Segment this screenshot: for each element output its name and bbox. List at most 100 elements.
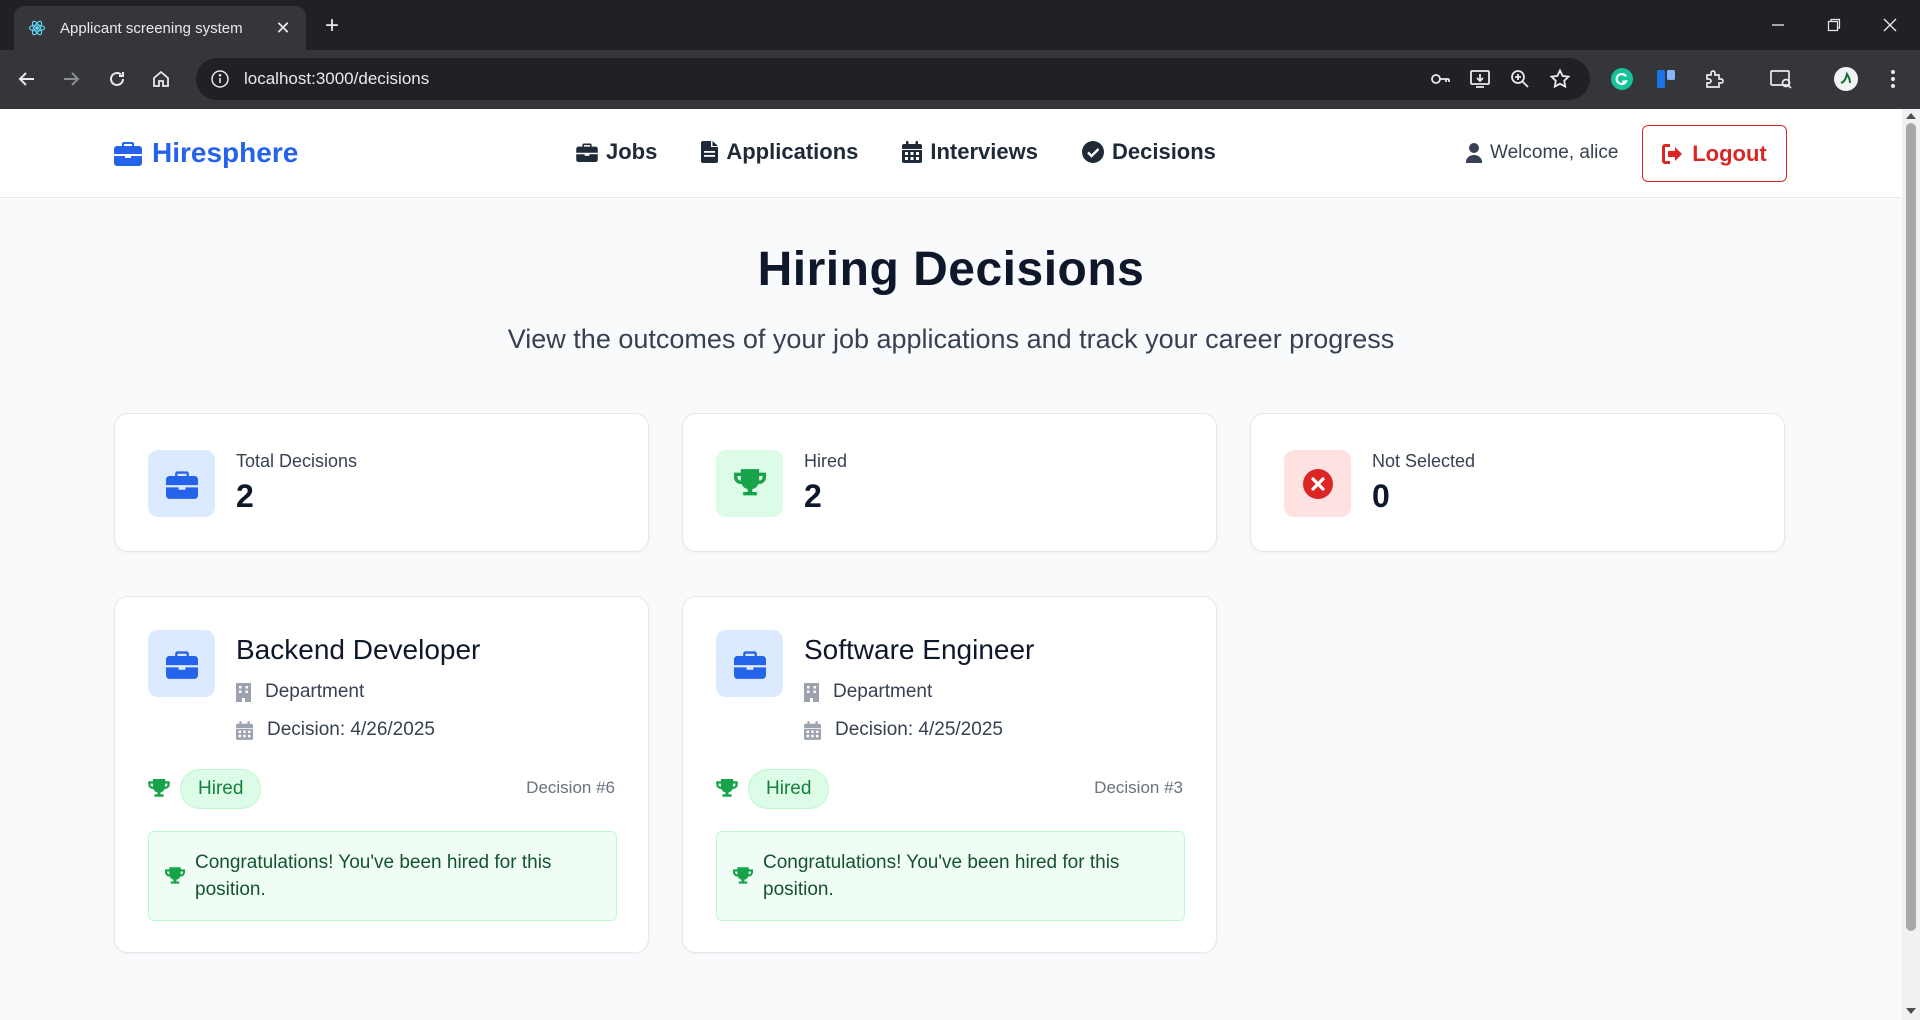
- briefcase-icon: [716, 630, 783, 697]
- brand-logo[interactable]: Hiresphere: [114, 137, 298, 169]
- decision-date-text: Decision: 4/25/2025: [835, 719, 1003, 740]
- nav-applications-label: Applications: [726, 139, 859, 164]
- close-tab-icon[interactable]: ✕: [272, 18, 294, 39]
- department-row: Department: [804, 681, 932, 703]
- status-row: Hired: [148, 769, 262, 809]
- react-icon: [26, 17, 48, 39]
- profile-avatar[interactable]: [1831, 64, 1861, 94]
- stat-card-hired: Hired 2: [682, 413, 1217, 552]
- congrats-message: Congratulations! You've been hired for t…: [148, 831, 617, 921]
- welcome-text: Welcome, alice: [1490, 142, 1619, 163]
- nav-jobs-label: Jobs: [606, 139, 658, 164]
- calendar-icon: [236, 720, 253, 740]
- department-text: Department: [833, 681, 933, 702]
- congrats-message: Congratulations! You've been hired for t…: [716, 831, 1185, 921]
- app-header: Hiresphere Jobs Applications Interviews …: [0, 109, 1902, 198]
- trophy-icon: [716, 450, 783, 517]
- new-tab-button[interactable]: +: [318, 12, 346, 40]
- calendar-icon: [804, 720, 821, 740]
- address-bar[interactable]: localhost:3000/decisions: [196, 58, 1590, 100]
- file-icon: [701, 141, 719, 163]
- reload-icon[interactable]: [102, 64, 132, 94]
- briefcase-icon: [114, 142, 142, 166]
- building-icon: [804, 682, 819, 702]
- scrollbar-thumb[interactable]: [1906, 123, 1916, 931]
- decision-date-text: Decision: 4/26/2025: [267, 719, 435, 740]
- zoom-icon[interactable]: [1506, 65, 1534, 93]
- install-app-icon[interactable]: [1466, 65, 1494, 93]
- reading-list-icon[interactable]: [1766, 64, 1796, 94]
- decision-card: Software Engineer Department Decision: 4…: [682, 596, 1217, 953]
- nav-jobs[interactable]: Jobs: [576, 139, 657, 165]
- status-badge: Hired: [748, 769, 830, 809]
- url-text: localhost:3000/decisions: [244, 69, 430, 88]
- nav-decisions[interactable]: Decisions: [1081, 139, 1216, 165]
- nav-interviews-label: Interviews: [930, 139, 1038, 164]
- status-badge: Hired: [180, 769, 262, 809]
- chrome-menu-icon[interactable]: [1878, 64, 1908, 94]
- sign-out-icon: [1662, 143, 1683, 164]
- tab-title: Applicant screening system: [60, 19, 243, 37]
- logout-label: Logout: [1692, 140, 1767, 166]
- scroll-down-arrow-icon[interactable]: [1906, 1008, 1916, 1014]
- stat-label: Not Selected: [1372, 451, 1476, 471]
- decision-id: Decision #3: [1094, 778, 1183, 797]
- main-nav: Jobs Applications Interviews Decisions: [576, 139, 1260, 165]
- job-title: Software Engineer: [804, 634, 1035, 665]
- site-info-icon[interactable]: [206, 65, 234, 93]
- nav-interviews[interactable]: Interviews: [902, 139, 1038, 165]
- congrats-text: Congratulations! You've been hired for t…: [195, 852, 552, 900]
- stat-label: Total Decisions: [236, 451, 358, 471]
- decision-date-row: Decision: 4/25/2025: [804, 719, 1003, 741]
- home-icon[interactable]: [146, 64, 176, 94]
- browser-tab[interactable]: Applicant screening system ✕: [14, 6, 306, 50]
- briefcase-icon: [148, 630, 215, 697]
- page-subtitle: View the outcomes of your job applicatio…: [507, 324, 1395, 354]
- trophy-icon: [165, 866, 185, 884]
- status-row: Hired: [716, 769, 830, 809]
- trophy-icon: [733, 866, 753, 884]
- trophy-icon: [716, 779, 738, 797]
- congrats-text: Congratulations! You've been hired for t…: [763, 852, 1120, 900]
- restore-window-button[interactable]: [1816, 10, 1852, 40]
- building-icon: [236, 682, 251, 702]
- forward-arrow-icon[interactable]: [56, 64, 86, 94]
- decision-date-row: Decision: 4/26/2025: [236, 719, 435, 741]
- close-window-button[interactable]: [1872, 10, 1908, 40]
- logout-button[interactable]: Logout: [1642, 125, 1787, 182]
- department-text: Department: [265, 681, 365, 702]
- decision-card: Backend Developer Department Decision: 4…: [114, 596, 649, 953]
- briefcase-icon: [148, 450, 215, 517]
- stat-label: Hired: [804, 451, 848, 471]
- nav-applications[interactable]: Applications: [701, 139, 858, 165]
- browser-tab-strip: Applicant screening system ✕ +: [0, 0, 1920, 50]
- trello-extension-icon[interactable]: [1651, 64, 1681, 94]
- brand-name: Hiresphere: [152, 137, 299, 168]
- page-scrollbar[interactable]: [1902, 109, 1920, 1020]
- check-circle-icon: [1081, 141, 1104, 163]
- stat-value: 0: [1372, 478, 1390, 514]
- x-circle-icon: [1284, 450, 1351, 517]
- user-icon: [1466, 143, 1482, 163]
- stat-card-total: Total Decisions 2: [114, 413, 649, 552]
- back-arrow-icon[interactable]: [12, 64, 42, 94]
- bookmark-star-icon[interactable]: [1546, 65, 1574, 93]
- stat-value: 2: [236, 478, 254, 514]
- trophy-icon: [148, 779, 170, 797]
- minimize-window-button[interactable]: [1760, 10, 1796, 40]
- department-row: Department: [236, 681, 364, 703]
- calendar-icon: [902, 141, 923, 163]
- browser-toolbar: localhost:3000/decisions: [0, 50, 1920, 109]
- scroll-up-arrow-icon[interactable]: [1906, 113, 1916, 119]
- job-title: Backend Developer: [236, 634, 481, 665]
- grammarly-icon[interactable]: [1607, 64, 1637, 94]
- nav-decisions-label: Decisions: [1111, 139, 1216, 164]
- page-title: Hiring Decisions: [757, 243, 1145, 296]
- extensions-puzzle-icon[interactable]: [1699, 64, 1729, 94]
- password-key-icon[interactable]: [1426, 65, 1454, 93]
- decision-id: Decision #6: [526, 778, 615, 797]
- welcome-user: Welcome, alice: [1466, 142, 1618, 164]
- stat-value: 2: [804, 478, 822, 514]
- briefcase-icon: [576, 143, 598, 162]
- stat-card-not-selected: Not Selected 0: [1250, 413, 1785, 552]
